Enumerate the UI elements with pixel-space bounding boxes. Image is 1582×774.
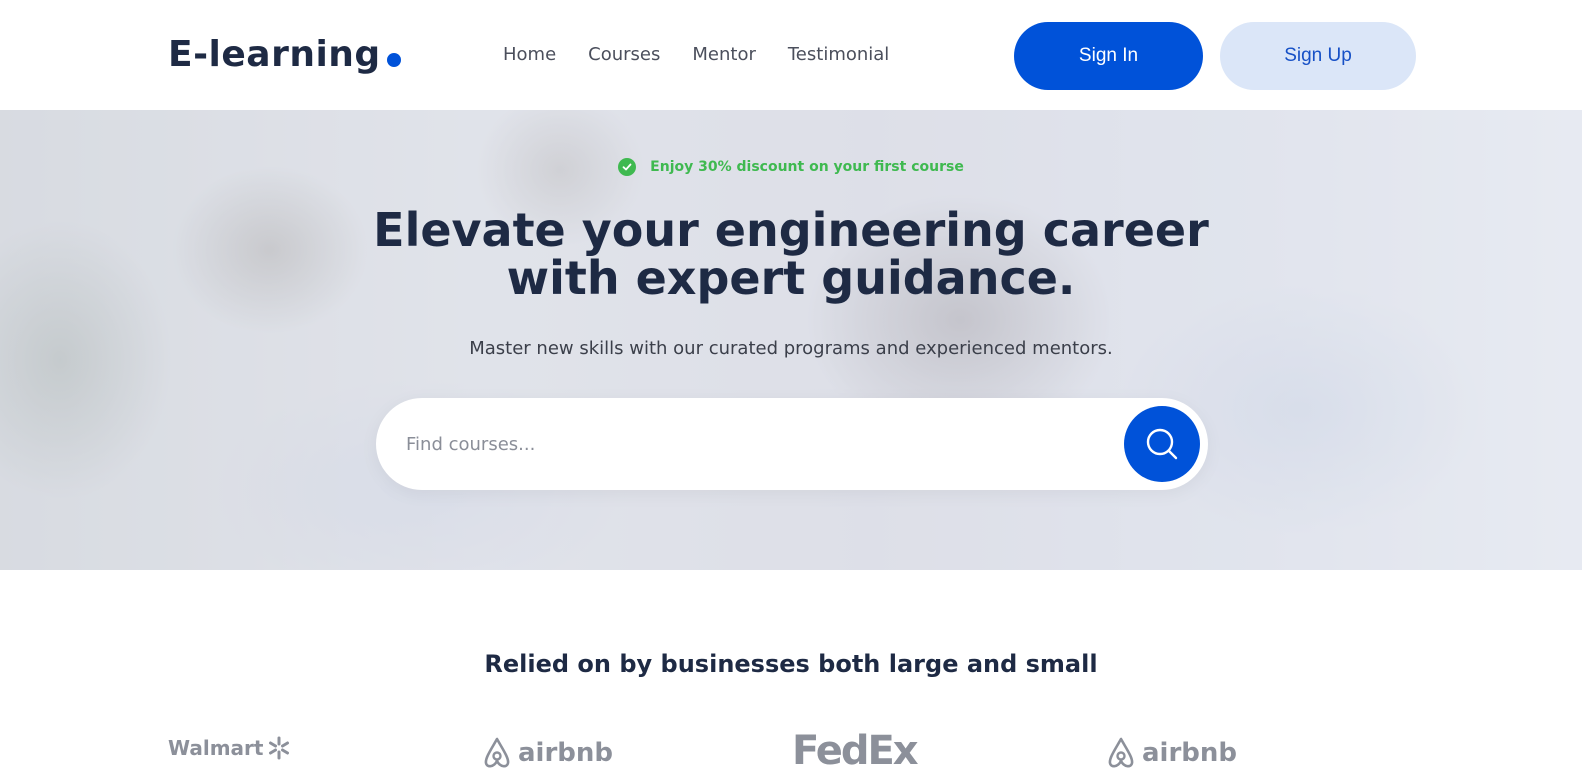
sign-in-button[interactable]: Sign In (1014, 22, 1203, 90)
main-nav: Home Courses Mentor Testimonial (503, 44, 889, 65)
search-input[interactable] (406, 422, 1086, 466)
hero-subtitle: Master new skills with our curated progr… (469, 338, 1113, 359)
nav-mentor[interactable]: Mentor (692, 44, 755, 65)
hero-title-line-1: Elevate your engineering career (373, 203, 1209, 257)
airbnb-logo-text: airbnb (1142, 738, 1238, 768)
logo[interactable]: E-learning (168, 34, 401, 75)
sign-up-button[interactable]: Sign Up (1220, 22, 1416, 90)
fedex-logo-text: FedEx (792, 728, 919, 774)
airbnb-logo: airbnb (480, 736, 613, 770)
airbnb-logo-text: airbnb (518, 738, 614, 768)
walmart-logo: Walmart (168, 736, 291, 760)
airbnb-logo: airbnb (1104, 736, 1237, 770)
airbnb-belo-icon (484, 737, 510, 768)
search-button[interactable] (1124, 406, 1200, 482)
airbnb-belo-icon (1108, 737, 1134, 768)
course-search-bar (376, 398, 1208, 490)
nav-testimonial[interactable]: Testimonial (788, 44, 889, 65)
fedex-logo: FedEx (792, 728, 919, 774)
walmart-spark-icon (269, 736, 290, 760)
trusted-by-title: Relied on by businesses both large and s… (484, 650, 1098, 678)
hero-section: Enjoy 30% discount on your first course … (0, 110, 1582, 570)
nav-home[interactable]: Home (503, 44, 556, 65)
discount-banner: Enjoy 30% discount on your first course (0, 158, 1582, 176)
navbar: E-learning Home Courses Mentor Testimoni… (0, 0, 1582, 110)
search-icon (1146, 428, 1178, 460)
logo-text: E-learning (168, 34, 381, 75)
hero-title: Elevate your engineering career with exp… (0, 206, 1582, 302)
discount-text: Enjoy 30% discount on your first course (650, 159, 964, 175)
walmart-logo-text: Walmart (168, 736, 264, 760)
hero-title-line-2: with expert guidance. (506, 251, 1076, 305)
check-circle-icon (618, 158, 637, 176)
nav-courses[interactable]: Courses (588, 44, 660, 65)
logo-dot (386, 53, 401, 67)
